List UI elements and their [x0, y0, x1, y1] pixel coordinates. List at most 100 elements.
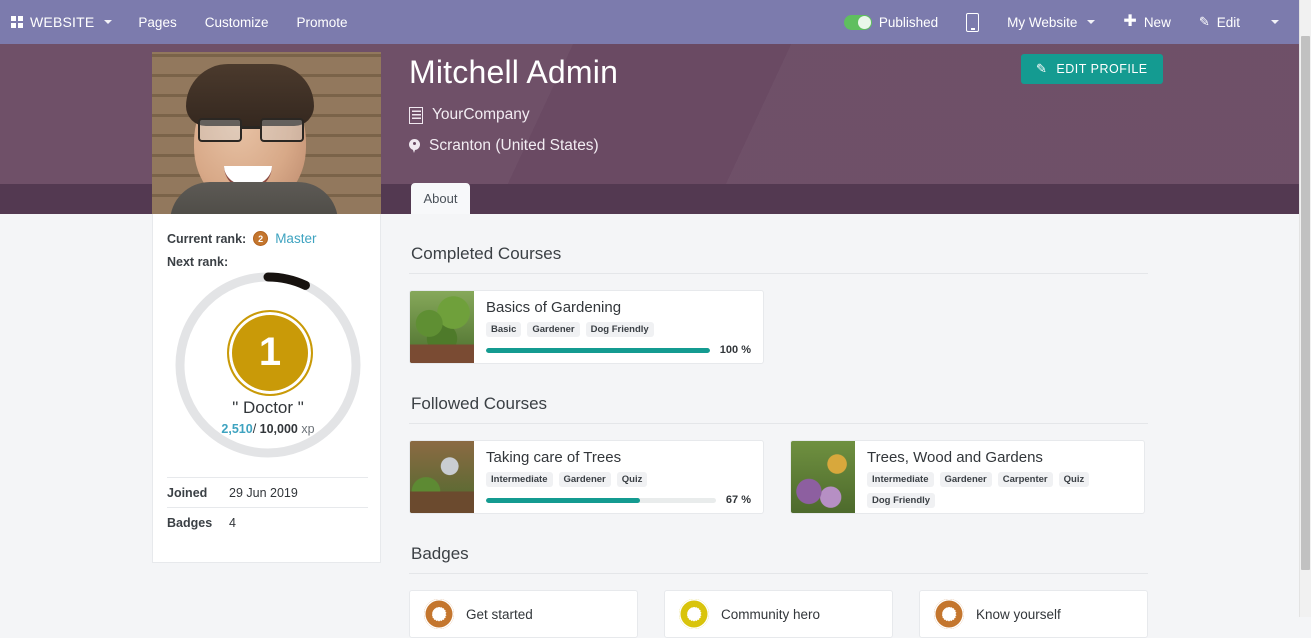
xp-current: 2,510 [221, 422, 253, 436]
xp-separator: / [252, 422, 257, 436]
tab-about[interactable]: About [411, 183, 470, 214]
course-progress-label: 67 % [725, 494, 751, 507]
location-row: Scranton (United States) [409, 137, 599, 155]
section-title-badges: Badges [409, 514, 1148, 574]
edit-profile-button[interactable]: ✎ EDIT PROFILE [1021, 54, 1163, 84]
row-badges-value: 4 [229, 515, 236, 530]
badge-gear-icon [431, 606, 447, 622]
edit-label: Edit [1216, 14, 1240, 30]
current-rank-label: Current rank: [167, 231, 247, 246]
course-tag: Intermediate [486, 472, 553, 488]
tab-about-label: About [423, 191, 458, 206]
badges-list: Get started Community hero Know yourself [409, 574, 1148, 638]
topbar-left-menus: WEBSITE Pages Customize Promote [0, 14, 362, 30]
menu-promote[interactable]: Promote [282, 15, 361, 30]
course-tag: Gardener [558, 472, 611, 488]
course-thumbnail [791, 441, 855, 513]
course-thumbnail [410, 441, 474, 513]
badge-card[interactable]: Get started [409, 590, 638, 638]
badge-icon [679, 599, 709, 629]
course-progress-row: 67 % [486, 494, 751, 506]
scrollbar-thumb[interactable] [1301, 36, 1310, 570]
website-profile-page: WEBSITE Pages Customize Promote Publishe… [0, 0, 1311, 638]
course-tags: Basic Gardener Dog Friendly [486, 322, 751, 338]
apps-grid-icon [11, 16, 23, 28]
avatar-portrait [170, 62, 338, 214]
edit-profile-label: EDIT PROFILE [1056, 62, 1148, 76]
rank-medal-number: 1 [258, 330, 282, 374]
course-tag: Quiz [1058, 472, 1090, 488]
rank-medal-icon: 2 [253, 231, 269, 246]
course-tag: Dog Friendly [585, 322, 654, 338]
rank-medal-large-icon: 1 [227, 310, 313, 396]
course-card[interactable]: Taking care of Trees Intermediate Gardene… [409, 440, 764, 514]
section-title-followed: Followed Courses [409, 364, 1148, 424]
new-label: New [1143, 14, 1171, 30]
current-rank-row: Current rank: 2 Master [167, 231, 316, 246]
badge-name: Know yourself [976, 606, 1061, 622]
course-tag: Basic [486, 322, 522, 338]
course-progress-bar [486, 347, 710, 353]
row-badges: Badges 4 [167, 507, 368, 537]
course-card[interactable]: Basics of Gardening Basic Gardener Dog Fri… [409, 290, 764, 364]
new-button[interactable]: ✚ New [1109, 14, 1184, 30]
website-app-label: WEBSITE [30, 14, 95, 30]
followed-courses-list: Taking care of Trees Intermediate Gardene… [409, 424, 1148, 514]
course-card[interactable]: Trees, Wood and Gardens Intermediate Gard… [790, 440, 1145, 514]
next-rank-label: Next rank: [167, 255, 229, 269]
vertical-scrollbar[interactable] [1299, 0, 1311, 617]
completed-courses-list: Basics of Gardening Basic Gardener Dog Fri… [409, 274, 1148, 364]
toggle-switch-icon [843, 14, 872, 30]
xp-unit: xp [301, 422, 315, 436]
menu-customize[interactable]: Customize [191, 15, 283, 30]
company-row: YourCompany [409, 106, 530, 124]
badge-card[interactable]: Community hero [664, 590, 893, 638]
course-title: Trees, Wood and Gardens [867, 449, 1043, 466]
course-tag: Gardener [527, 322, 580, 338]
badge-icon [934, 599, 964, 629]
xp-total: 10,000 [259, 422, 298, 436]
course-progress-bar [486, 497, 716, 503]
mobile-preview-button[interactable] [952, 12, 993, 32]
course-tags: Intermediate Gardener Carpenter Quiz Dog Fri… [867, 472, 1132, 509]
rank-progress-ring: 1 " Doctor " 2,510/ 10,000 xp [174, 270, 362, 460]
section-title-completed: Completed Courses [409, 214, 1148, 274]
chevron-down-icon [1087, 20, 1096, 24]
map-pin-icon [409, 138, 420, 154]
plus-icon: ✚ [1123, 13, 1137, 30]
badge-icon [424, 599, 454, 629]
pencil-icon: ✎ [1036, 61, 1048, 76]
course-tags: Intermediate Gardener Quiz [486, 472, 751, 488]
topbar-right-actions: Published My Website ✚ New ✎ Edit [830, 12, 1299, 32]
company-name: YourCompany [432, 106, 530, 123]
course-tag: Intermediate [867, 472, 934, 488]
course-tag: Dog Friendly [867, 493, 936, 509]
editor-topbar: WEBSITE Pages Customize Promote Publishe… [0, 0, 1299, 44]
edit-dropdown-button[interactable] [1254, 20, 1293, 24]
course-progress-row: 100 % [486, 344, 751, 356]
badge-gear-icon [686, 606, 702, 622]
course-progress-label: 100 % [719, 344, 751, 357]
page-title: Mitchell Admin [409, 54, 619, 90]
menu-pages[interactable]: Pages [124, 15, 190, 30]
course-body: Taking care of Trees Intermediate Gardene… [474, 441, 763, 513]
building-icon [409, 106, 423, 124]
badge-name: Get started [466, 606, 533, 622]
current-rank-value[interactable]: Master [275, 231, 316, 246]
avatar [152, 52, 381, 214]
course-tag: Quiz [616, 472, 648, 488]
chevron-down-icon [104, 20, 113, 24]
row-joined-value: 29 Jun 2019 [229, 485, 298, 500]
row-joined: Joined 29 Jun 2019 [167, 477, 368, 507]
course-tag: Carpenter [997, 472, 1053, 488]
website-selector[interactable]: My Website [993, 15, 1109, 30]
edit-button[interactable]: ✎ Edit [1185, 14, 1254, 30]
publish-toggle[interactable]: Published [830, 14, 952, 30]
course-title: Basics of Gardening [486, 299, 622, 316]
badge-card[interactable]: Know yourself [919, 590, 1148, 638]
website-app-menu[interactable]: WEBSITE [11, 14, 124, 30]
badge-name: Community hero [721, 606, 821, 622]
chevron-down-icon [1271, 20, 1279, 24]
course-title: Taking care of Trees [486, 449, 622, 466]
pencil-icon: ✎ [1198, 14, 1210, 29]
